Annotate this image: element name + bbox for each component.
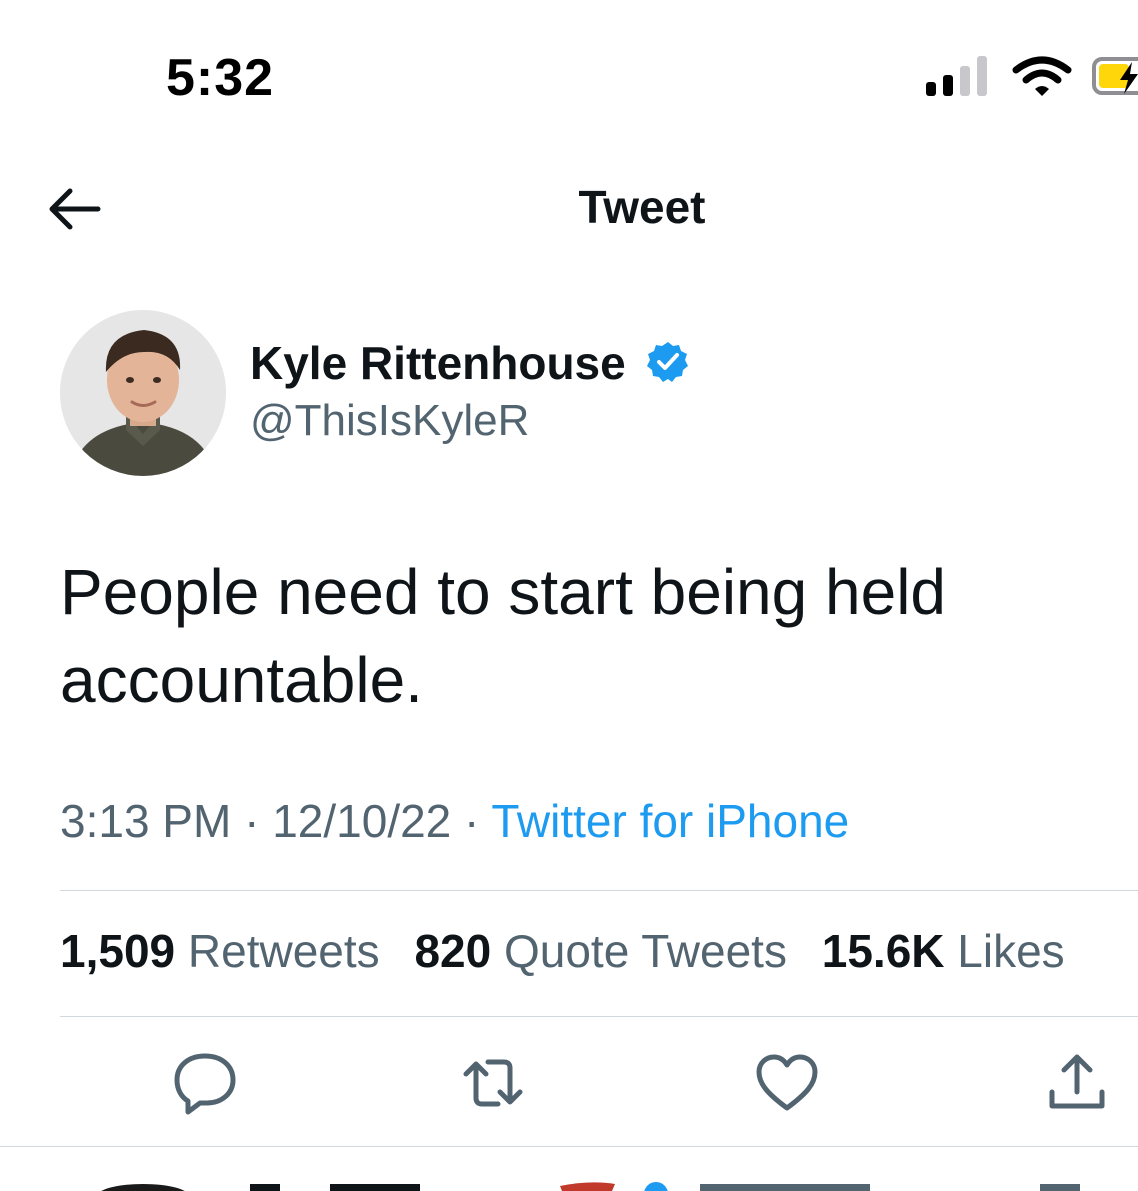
retweets-label: Retweets — [187, 925, 380, 977]
cellular-signal-icon — [926, 56, 987, 96]
meta-separator: · — [244, 795, 260, 847]
tweet-source-link[interactable]: Twitter for iPhone — [491, 795, 849, 847]
meta-separator: · — [464, 795, 480, 847]
next-reply-partial-content — [101, 1182, 1080, 1191]
retweets-count: 1,509 — [60, 925, 176, 977]
divider — [60, 890, 1138, 891]
likes-label: Likes — [957, 925, 1065, 977]
retweets-stat[interactable]: 1,509 Retweets — [60, 925, 380, 977]
page-title: Tweet — [578, 181, 706, 233]
avatar-image — [60, 310, 226, 476]
quote-tweets-label: Quote Tweets — [503, 925, 787, 977]
verified-badge-icon — [647, 342, 688, 382]
tweet-metadata: 3:13 PM · 12/10/22 · Twitter for iPhone — [60, 794, 849, 848]
likes-count: 15.6K — [821, 925, 945, 977]
quote-tweets-count: 820 — [414, 925, 492, 977]
author-avatar[interactable] — [60, 310, 226, 476]
quote-tweets-stat[interactable]: 820 Quote Tweets — [414, 925, 787, 977]
next-reply-preview — [0, 1146, 1138, 1191]
wifi-icon — [1012, 56, 1072, 96]
tweet-time: 3:13 PM — [60, 795, 232, 847]
battery-charging-icon — [1092, 57, 1138, 95]
tweet-date: 12/10/22 — [272, 795, 452, 847]
reply-icon[interactable] — [170, 1048, 240, 1118]
author-handle[interactable]: @ThisIsKyleR — [250, 396, 529, 446]
likes-stat[interactable]: 15.6K Likes — [822, 925, 1065, 977]
divider — [60, 1016, 1138, 1017]
tweet-text: People need to start being held accounta… — [60, 556, 946, 716]
tweet-detail-screen: 5:32 Tweet Kyle Rittenhouse @ThisIsKyleR… — [0, 0, 1138, 1191]
author-name[interactable]: Kyle Rittenhouse — [250, 336, 626, 390]
tweet-stats: 1,509 Retweets 820 Quote Tweets 15.6K Li… — [60, 924, 1087, 978]
heart-icon[interactable] — [752, 1048, 822, 1118]
retweet-icon[interactable] — [458, 1048, 528, 1118]
share-icon[interactable] — [1042, 1048, 1112, 1118]
status-time: 5:32 — [166, 49, 275, 107]
